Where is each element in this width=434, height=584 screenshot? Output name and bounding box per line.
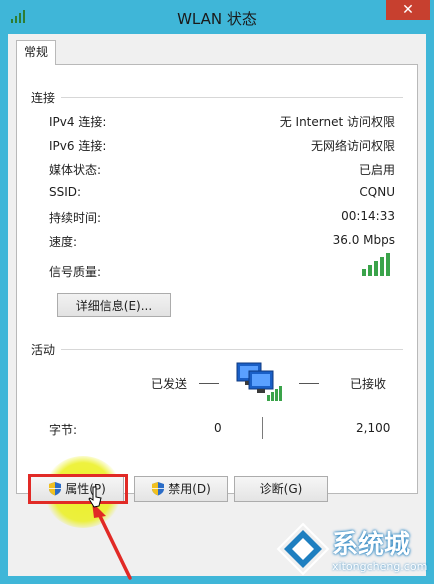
media-state-label: 媒体状态: xyxy=(49,163,102,177)
duration-label: 持续时间: xyxy=(49,211,102,225)
ipv4-value: 无 Internet 访问权限 xyxy=(279,115,395,129)
speed-value: 36.0 Mbps xyxy=(332,233,395,247)
signal-quality-icon xyxy=(362,253,390,276)
speed-label: 速度: xyxy=(49,235,78,249)
ipv4-label: IPv4 连接: xyxy=(49,115,107,129)
bytes-sent-value: 0 xyxy=(214,421,222,435)
disable-button-label: 禁用(D) xyxy=(168,482,211,496)
watermark-url: xitongcheng.com xyxy=(332,560,428,573)
uac-shield-icon xyxy=(152,482,165,496)
sent-label: 已发送 xyxy=(151,377,188,391)
disable-button[interactable]: 禁用(D) xyxy=(134,476,228,502)
details-button[interactable]: 详细信息(E)... xyxy=(57,293,171,317)
activity-group-title: 活动 xyxy=(31,343,56,357)
bytes-divider xyxy=(262,417,263,439)
ssid-value: CQNU xyxy=(359,185,395,199)
ssid-label: SSID: xyxy=(49,185,82,199)
ipv6-value: 无网络访问权限 xyxy=(310,139,395,153)
duration-value: 00:14:33 xyxy=(341,209,395,223)
close-button[interactable]: ✕ xyxy=(386,0,430,20)
watermark: 系统城 xitongcheng.com xyxy=(272,518,432,582)
media-state-value: 已启用 xyxy=(358,163,395,177)
bytes-received-value: 2,100 xyxy=(356,421,391,435)
dialog-client-area: 常规 连接 IPv4 连接: 无 Internet 访问权限 IPv6 连接: … xyxy=(8,34,426,580)
bytes-label: 字节: xyxy=(49,423,78,437)
mouse-cursor-icon xyxy=(88,486,102,508)
connection-group-title: 连接 xyxy=(31,91,56,105)
watermark-text: 系统城 xyxy=(332,530,411,560)
window-title: WLAN 状态 xyxy=(177,10,257,28)
watermark-logo-icon xyxy=(276,522,330,576)
signal-quality-label: 信号质量: xyxy=(49,265,102,279)
received-dash xyxy=(299,383,319,384)
ipv6-label: IPv6 连接: xyxy=(49,139,107,153)
tab-general[interactable]: 常规 xyxy=(16,40,56,65)
general-panel: 连接 IPv4 连接: 无 Internet 访问权限 IPv6 连接: 无网络… xyxy=(16,64,418,494)
diagnose-button[interactable]: 诊断(G) xyxy=(234,476,328,502)
title-bar[interactable]: WLAN 状态 ✕ xyxy=(0,0,434,34)
sent-dash xyxy=(199,383,219,384)
group-divider xyxy=(61,97,403,98)
received-label: 已接收 xyxy=(350,377,387,391)
window-frame: WLAN 状态 ✕ 常规 连接 IPv4 连接: 无 Internet 访问权限… xyxy=(0,0,434,584)
group-divider xyxy=(61,349,403,350)
network-computers-icon xyxy=(236,362,282,401)
